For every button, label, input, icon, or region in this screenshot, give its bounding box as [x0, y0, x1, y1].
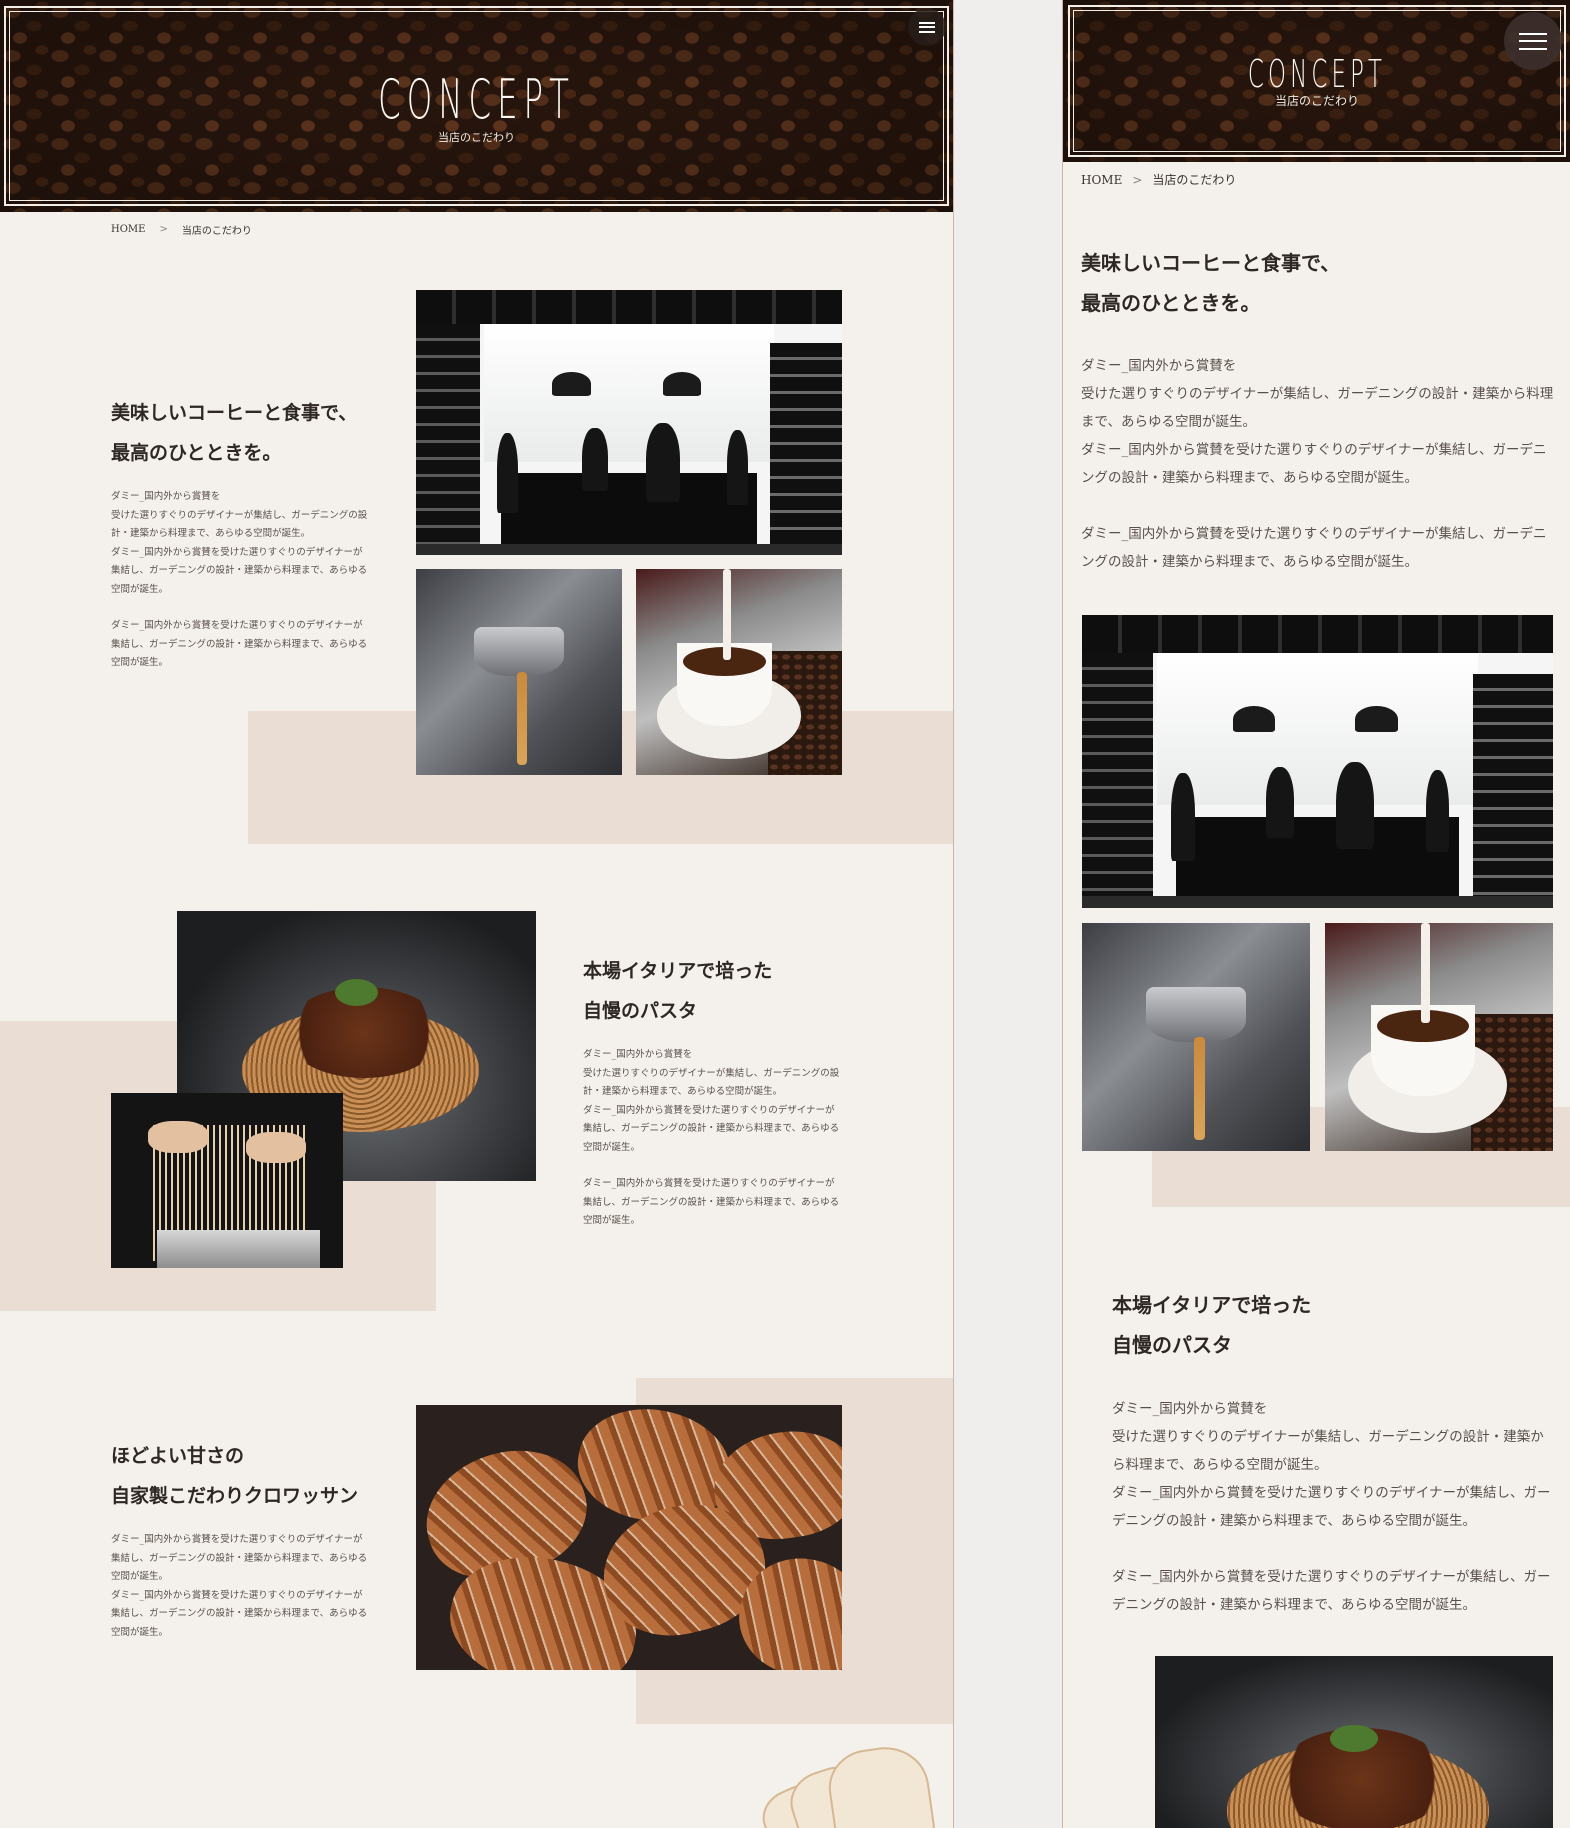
heading-line: 自慢のパスタ: [1112, 1333, 1232, 1357]
mobile-view: CONCEPT 当店のこだわり HOME > 当店のこだわり 美味しいコーヒーと…: [1062, 0, 1570, 1828]
paragraph: ダミー_国内外から賞賛を受けた選りすぐりのデザイナーが集結し、ガーデニングの設計…: [1112, 1485, 1551, 1529]
hamburger-menu-icon: [919, 21, 935, 33]
heading-line: 本場イタリアで培った: [1112, 1293, 1312, 1317]
section-body: ダミー_国内外から賞賛を 受けた選りすぐりのデザイナーが集結し、ガーデニングの設…: [1112, 1395, 1555, 1619]
paragraph: ダミー_国内外から賞賛を受けた選りすぐりのデザイナーが集結し、ガーデニングの設計…: [111, 620, 368, 668]
breadcrumb-home-link[interactable]: HOME: [111, 224, 145, 235]
cafe-interior-photo: [1082, 615, 1553, 908]
paragraph: ダミー_国内外から賞賛を: [583, 1049, 693, 1060]
hero-subtitle: 当店のこだわり: [1274, 94, 1359, 108]
paragraph: ダミー_国内外から賞賛を受けた選りすぐりのデザイナーが集結し、ガーデニングの設計…: [1081, 442, 1547, 486]
menu-button[interactable]: [908, 8, 946, 46]
section-body: ダミー_国内外から賞賛を受けた選りすぐりのデザイナーが集結し、ガーデニングの設計…: [111, 1531, 369, 1642]
paragraph: ダミー_国内外から賞賛を受けた選りすぐりのデザイナーが集結し、ガーデニングの設計…: [111, 546, 368, 595]
paragraph: ダミー_国内外から賞賛を: [1112, 1401, 1268, 1417]
breadcrumb: HOME > 当店のこだわり: [111, 222, 252, 237]
pasta-dish-photo: [1155, 1656, 1553, 1828]
coffee-cup-photo: [636, 569, 842, 775]
paragraph: ダミー_国内外から賞賛を: [1081, 358, 1237, 374]
breadcrumb-separator: >: [159, 224, 168, 235]
espresso-extraction-photo: [1082, 923, 1310, 1151]
section-heading: 美味しいコーヒーと食事で、 最高のひとときを。: [1081, 243, 1340, 323]
breadcrumb-current: 当店のこだわり: [181, 226, 252, 237]
espresso-extraction-photo: [416, 569, 622, 775]
hero-subtitle: 当店のこだわり: [438, 131, 515, 144]
hamburger-menu-icon: [1519, 32, 1547, 50]
heading-line: 自家製こだわりクロワッサン: [111, 1485, 359, 1507]
section-heading: ほどよい甘さの 自家製こだわりクロワッサン: [111, 1436, 358, 1516]
paragraph: ダミー_国内外から賞賛を受けた選りすぐりのデザイナーが集結し、ガーデニングの設計…: [583, 1104, 840, 1153]
heading-line: 最高のひとときを。: [111, 442, 282, 464]
hero-title: CONCEPT: [378, 68, 575, 131]
section-body: ダミー_国内外から賞賛を 受けた選りすぐりのデザイナーが集結し、ガーデニングの設…: [1081, 352, 1555, 576]
coffee-cup-photo: [1325, 923, 1553, 1151]
cafe-interior-photo: [416, 290, 842, 555]
heading-line: 本場イタリアで培った: [583, 960, 773, 982]
breadcrumb: HOME > 当店のこだわり: [1081, 171, 1236, 188]
breadcrumb-home-link[interactable]: HOME: [1081, 173, 1122, 187]
section-body: ダミー_国内外から賞賛を 受けた選りすぐりのデザイナーが集結し、ガーデニングの設…: [583, 1046, 841, 1231]
section-heading: 美味しいコーヒーと食事で、 最高のひとときを。: [111, 393, 357, 473]
breadcrumb-current: 当店のこだわり: [1152, 173, 1237, 187]
section-heading: 本場イタリアで培った 自慢のパスタ: [583, 951, 772, 1031]
breadcrumb-separator: >: [1132, 172, 1143, 187]
heading-line: 美味しいコーヒーと食事で、: [111, 402, 358, 424]
heading-line: 美味しいコーヒーと食事で、: [1081, 251, 1341, 275]
paragraph: ダミー_国内外から賞賛を受けた選りすぐりのデザイナーが集結し、ガーデニングの設計…: [111, 1534, 368, 1582]
heading-line: ほどよい甘さの: [111, 1445, 245, 1467]
paragraph: 受けた選りすぐりのデザイナーが集結し、ガーデニングの設計・建築から料理まで、あら…: [1081, 386, 1554, 430]
heading-line: 最高のひとときを。: [1081, 291, 1261, 315]
croissant-photo: [416, 1405, 842, 1670]
hero-title: CONCEPT: [1247, 52, 1387, 96]
hero-banner: CONCEPT 当店のこだわり: [1063, 0, 1570, 162]
paragraph: 受けた選りすぐりのデザイナーが集結し、ガーデニングの設計・建築から料理まで、あら…: [1112, 1429, 1544, 1473]
paragraph: ダミー_国内外から賞賛を受けた選りすぐりのデザイナーが集結し、ガーデニングの設計…: [1112, 1569, 1551, 1613]
hero-banner: CONCEPT 当店のこだわり: [0, 0, 953, 212]
paragraph: ダミー_国内外から賞賛を受けた選りすぐりのデザイナーが集結し、ガーデニングの設計…: [583, 1178, 840, 1226]
desktop-view: CONCEPT 当店のこだわり HOME > 当店のこだわり 美味しいコーヒーと…: [0, 0, 954, 1828]
paragraph: ダミー_国内外から賞賛を: [111, 491, 221, 502]
menu-button[interactable]: [1504, 12, 1562, 70]
heading-line: 自慢のパスタ: [583, 1000, 698, 1022]
section-body: ダミー_国内外から賞賛を 受けた選りすぐりのデザイナーが集結し、ガーデニングの設…: [111, 488, 369, 673]
paragraph: 受けた選りすぐりのデザイナーが集結し、ガーデニングの設計・建築から料理まで、あら…: [111, 509, 368, 540]
section-heading: 本場イタリアで培った 自慢のパスタ: [1112, 1285, 1311, 1365]
paragraph: 受けた選りすぐりのデザイナーが集結し、ガーデニングの設計・建築から料理まで、あら…: [583, 1067, 840, 1098]
bread-slices-image: [740, 1741, 940, 1828]
fresh-pasta-photo: [111, 1093, 343, 1268]
paragraph: ダミー_国内外から賞賛を受けた選りすぐりのデザイナーが集結し、ガーデニングの設計…: [1081, 526, 1547, 570]
paragraph: ダミー_国内外から賞賛を受けた選りすぐりのデザイナーが集結し、ガーデニングの設計…: [111, 1589, 368, 1638]
